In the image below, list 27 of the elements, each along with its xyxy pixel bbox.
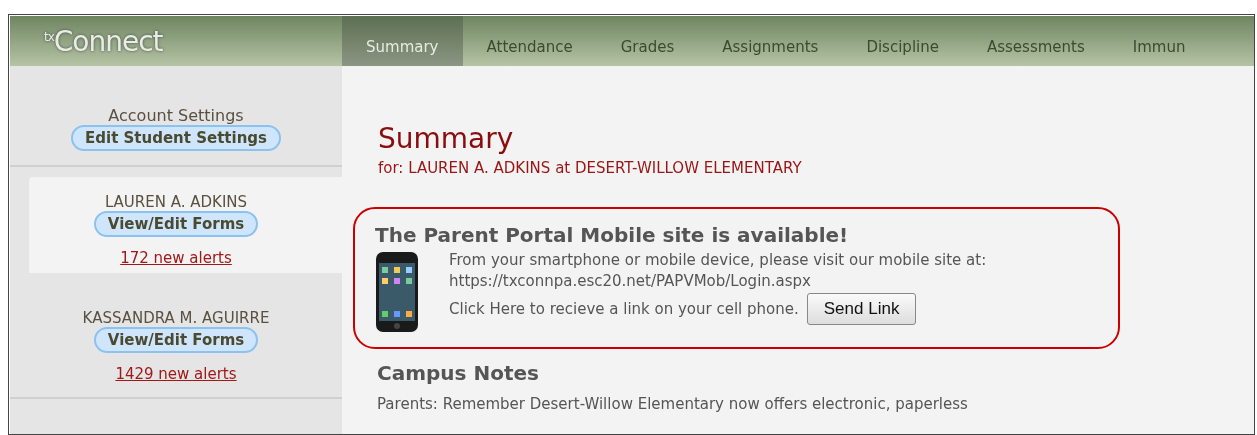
nav-tab[interactable]: Attendance [462,16,597,66]
student-name: LAUREN A. ADKINS [104,193,248,211]
student-panel[interactable]: LAUREN A. ADKINS View/Edit Forms 172 new alerts [29,177,342,273]
send-link-button[interactable]: Send Link [806,293,917,325]
nav-tab[interactable]: Assessments [962,16,1109,66]
view-forms-button[interactable]: View/Edit Forms [93,211,259,237]
notice-text: Click Here to recieve a link on your cell phone. [449,300,799,318]
mobile-site-url: https://txconnpa.esc20.net/PAPVMob/Login.aspx [449,272,812,290]
notice-heading: The Parent Portal Mobile site is available! [375,223,850,247]
page-title: Summary [378,122,515,155]
page-subtitle: for: LAUREN A. ADKINS at DESERT-WILLOW ELEMENTARY [378,159,803,177]
section-title: Account Settings [108,106,244,125]
logo: $^{tx}$Connect [43,23,164,60]
alerts-link[interactable]: 1429 new alerts [115,365,237,383]
nav-tab[interactable]: Discipline [842,16,963,66]
nav-tab[interactable]: Grades [596,16,699,66]
nav-tab[interactable]: Assignments [698,16,843,66]
nav-tab[interactable]: Immun [1108,16,1210,66]
student-panel[interactable]: KASSANDRA M. AGUIRRE View/Edit Forms 1429 new alerts [10,283,342,399]
view-forms-button[interactable]: View/Edit Forms [93,327,259,353]
notice-text: From your smartphone or mobile device, please visit our mobile site at: [449,251,987,269]
smartphone-icon [375,251,419,333]
notes-text: Parents: Remember Desert-Willow Elementary now offers electronic, paperless [377,395,969,413]
edit-settings-button[interactable]: Edit Student Settings [71,125,281,151]
student-name: KASSANDRA M. AGUIRRE [82,309,270,327]
alerts-link[interactable]: 172 new alerts [120,249,232,267]
section-heading: Campus Notes [377,361,540,385]
